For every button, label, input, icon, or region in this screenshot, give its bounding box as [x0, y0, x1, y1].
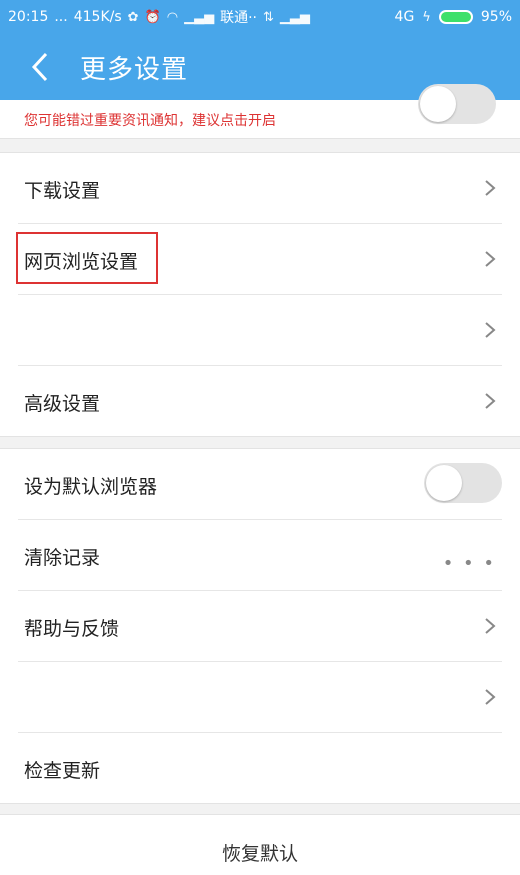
- status-bar: 20:15 ... 415K/s ✿ ⏰ ◠ ▁▃▅ 联通·· ⇅ ▁▃▅ 4G…: [0, 0, 520, 34]
- chevron-right-icon: [485, 618, 496, 634]
- list-item-help-feedback[interactable]: 帮助与反馈: [18, 591, 502, 662]
- status-carrier: 联通··: [220, 10, 257, 26]
- wifi-icon: ◠: [166, 9, 179, 25]
- chevron-right-icon: [485, 393, 496, 409]
- list-item-default-browser[interactable]: 设为默认浏览器: [18, 449, 502, 520]
- list-item-web-browsing-settings[interactable]: 网页浏览设置: [16, 224, 502, 295]
- chevron-right-icon: [485, 251, 496, 267]
- chevron-right-icon: [485, 180, 496, 196]
- settings-group-1: 下载设置 网页浏览设置 高级设置: [0, 152, 520, 437]
- battery-icon: [438, 10, 473, 24]
- list-item-advanced-settings[interactable]: 高级设置: [18, 366, 502, 436]
- item-label: 清除记录: [24, 547, 101, 569]
- default-browser-toggle[interactable]: [424, 463, 502, 503]
- signal-icon-2: ▁▃▅: [279, 9, 310, 25]
- back-icon[interactable]: [18, 45, 62, 89]
- restore-defaults-label: 恢复默认: [221, 843, 298, 865]
- list-item-clear-history[interactable]: 清除记录 • • •: [18, 520, 502, 591]
- status-network: 4G: [394, 9, 415, 25]
- item-label: 检查更新: [24, 760, 101, 782]
- list-item-download-settings[interactable]: 下载设置: [18, 153, 502, 224]
- chevron-right-icon: [485, 322, 496, 338]
- settings-group-2: 设为默认浏览器 清除记录 • • • 帮助与反馈 检查更新: [0, 448, 520, 804]
- notification-notice[interactable]: 您可能错过重要资讯通知，建议点击开启: [0, 84, 520, 139]
- item-label: 网页浏览设置: [24, 251, 139, 273]
- signal-icon: ▁▃▅: [184, 9, 215, 25]
- item-label: 帮助与反馈: [24, 618, 120, 640]
- status-dots: ...: [54, 9, 68, 25]
- chevron-right-icon: [485, 689, 496, 705]
- notification-toggle[interactable]: [418, 84, 496, 124]
- item-label: 高级设置: [24, 393, 101, 415]
- status-time: 20:15: [8, 9, 49, 25]
- item-label: 下载设置: [24, 180, 101, 202]
- status-net-speed: 415K/s: [73, 9, 122, 25]
- more-icon[interactable]: • • •: [443, 553, 496, 574]
- notification-icon: ✿: [127, 9, 139, 25]
- list-item-empty-2[interactable]: [18, 662, 502, 733]
- status-battery: 95%: [480, 9, 512, 25]
- data-transfer-icon: ⇅: [262, 9, 274, 25]
- notice-text: 您可能错过重要资讯通知，建议点击开启: [24, 113, 276, 129]
- charging-icon: ϟ: [422, 9, 431, 25]
- page-title: 更多设置: [80, 54, 189, 85]
- restore-defaults-button[interactable]: 恢复默认: [0, 814, 520, 875]
- list-item-empty[interactable]: [18, 295, 502, 366]
- item-label: 设为默认浏览器: [24, 476, 158, 498]
- list-item-check-update[interactable]: 检查更新: [18, 733, 502, 803]
- alarm-icon: ⏰: [144, 9, 161, 25]
